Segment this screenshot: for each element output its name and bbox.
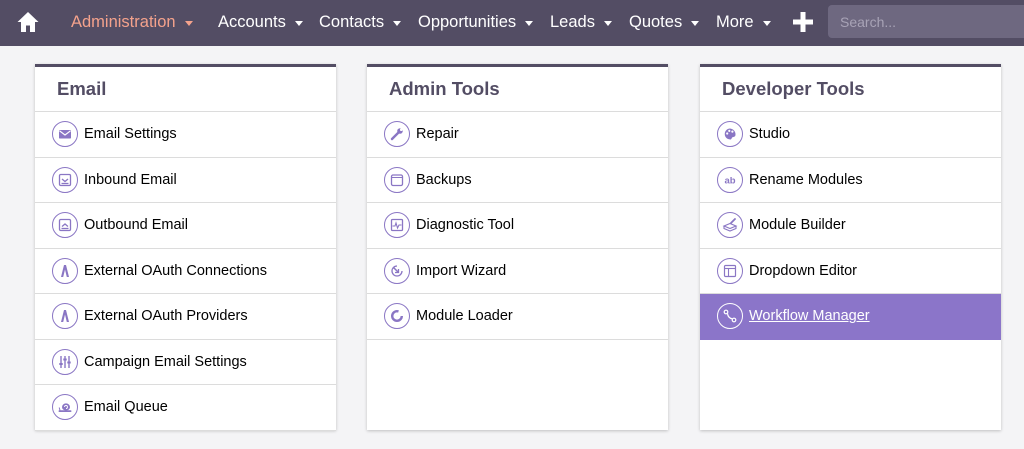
nav-administration[interactable]: Administration [71, 0, 193, 44]
email-settings-label: Email Settings [84, 126, 177, 143]
import-icon [384, 257, 410, 284]
chevron-down-icon [294, 20, 303, 26]
email-queue-label: Email Queue [84, 399, 168, 416]
chevron-down-icon [691, 20, 700, 26]
chevron-down-icon [393, 20, 402, 26]
inbox-icon [52, 166, 78, 193]
dropdown-editor-link[interactable]: Dropdown Editor [700, 249, 1001, 294]
chevron-down-icon [603, 20, 612, 26]
repair-label: Repair [416, 126, 459, 143]
nav-contacts-label: Contacts [319, 12, 385, 31]
inbound-email-label: Inbound Email [84, 171, 177, 188]
snail-icon [52, 394, 78, 421]
repair-link[interactable]: Repair [367, 112, 668, 158]
panel-admin-tools: Admin Tools Repair Backups Diagnostic To… [367, 64, 668, 430]
wrench-icon [384, 121, 410, 148]
workflow-manager-link[interactable]: Workflow Manager [700, 294, 1001, 340]
backups-link[interactable]: Backups [367, 158, 668, 203]
nav-more[interactable]: More [716, 0, 771, 44]
external-oauth-providers-label: External OAuth Providers [84, 308, 248, 325]
rename-modules-label: Rename Modules [749, 171, 863, 188]
panel-title-email: Email [35, 67, 336, 112]
top-navbar: Administration Accounts Contacts Opportu… [0, 0, 1024, 46]
external-oauth-providers-link[interactable]: External OAuth Providers [35, 294, 336, 340]
backups-label: Backups [416, 171, 472, 188]
builder-icon [717, 212, 743, 239]
workflow-manager-label: Workflow Manager [749, 308, 870, 325]
plus-icon[interactable] [792, 11, 814, 33]
sliders-icon [52, 348, 78, 375]
nav-contacts[interactable]: Contacts [319, 0, 402, 44]
nav-accounts-label: Accounts [218, 12, 286, 31]
workflow-icon [717, 303, 743, 330]
studio-link[interactable]: Studio [700, 112, 1001, 158]
outbound-email-label: Outbound Email [84, 217, 188, 234]
nav-leads-label: Leads [550, 12, 595, 31]
nav-opportunities[interactable]: Opportunities [418, 0, 534, 44]
nav-accounts[interactable]: Accounts [218, 0, 303, 44]
diagnostic-icon [384, 212, 410, 239]
external-oauth-connections-link[interactable]: External OAuth Connections [35, 249, 336, 294]
dropdown-editor-label: Dropdown Editor [749, 262, 857, 279]
panel-title-admin-tools: Admin Tools [367, 67, 668, 112]
rename-modules-link[interactable]: ab Rename Modules [700, 158, 1001, 203]
external-oauth-connections-label: External OAuth Connections [84, 262, 267, 279]
envelope-icon [52, 121, 78, 148]
import-wizard-link[interactable]: Import Wizard [367, 249, 668, 294]
search-input[interactable] [828, 5, 1024, 38]
loader-icon [384, 303, 410, 330]
email-settings-link[interactable]: Email Settings [35, 112, 336, 158]
oauth-icon [52, 303, 78, 330]
chevron-down-icon [184, 20, 193, 26]
module-loader-link[interactable]: Module Loader [367, 294, 668, 340]
nav-opportunities-label: Opportunities [418, 12, 517, 31]
palette-icon [717, 121, 743, 148]
nav-quotes-label: Quotes [629, 12, 683, 31]
dropdown-editor-icon [717, 257, 743, 284]
home-icon[interactable] [16, 10, 40, 34]
svg-text:ab: ab [724, 175, 735, 186]
outbound-email-link[interactable]: Outbound Email [35, 203, 336, 249]
chevron-down-icon [762, 20, 771, 26]
outbox-icon [52, 212, 78, 239]
panel-title-developer-tools: Developer Tools [700, 67, 1001, 112]
diagnostic-tool-link[interactable]: Diagnostic Tool [367, 203, 668, 249]
nav-more-label: More [716, 12, 754, 31]
module-loader-label: Module Loader [416, 308, 513, 325]
oauth-icon [52, 257, 78, 284]
panel-email: Email Email Settings Inbound Email Outbo… [35, 64, 336, 431]
inbound-email-link[interactable]: Inbound Email [35, 158, 336, 203]
rename-ab-icon: ab [717, 166, 743, 193]
chevron-down-icon [525, 20, 534, 26]
campaign-email-settings-label: Campaign Email Settings [84, 353, 247, 370]
email-queue-link[interactable]: Email Queue [35, 385, 336, 431]
panel-developer-tools: Developer Tools Studio ab Rename Modules… [700, 64, 1001, 430]
module-builder-label: Module Builder [749, 217, 846, 234]
nav-leads[interactable]: Leads [550, 0, 612, 44]
import-wizard-label: Import Wizard [416, 262, 507, 279]
campaign-email-settings-link[interactable]: Campaign Email Settings [35, 340, 336, 385]
backup-icon [384, 166, 410, 193]
module-builder-link[interactable]: Module Builder [700, 203, 1001, 249]
studio-label: Studio [749, 126, 791, 143]
nav-quotes[interactable]: Quotes [629, 0, 700, 44]
diagnostic-tool-label: Diagnostic Tool [416, 217, 515, 234]
nav-administration-label: Administration [71, 12, 176, 31]
